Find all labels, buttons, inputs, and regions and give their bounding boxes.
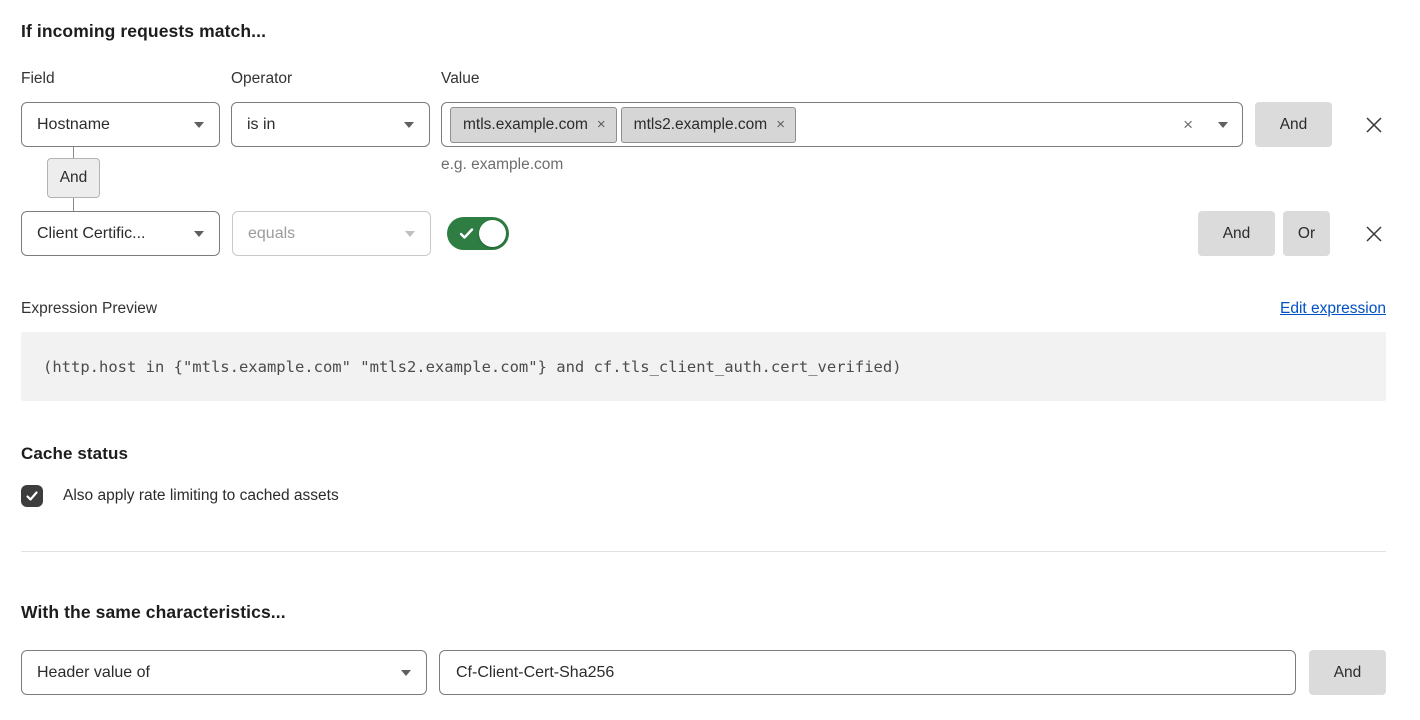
operator-select-row1-value: is in — [247, 116, 275, 134]
cache-checkbox-row: Also apply rate limiting to cached asset… — [21, 485, 1386, 507]
rule-builder-page: If incoming requests match... Field Oper… — [0, 0, 1420, 695]
remove-condition-row1[interactable] — [1362, 102, 1386, 147]
characteristic-select-value: Header value of — [37, 664, 150, 682]
value-tag-text: mtls.example.com — [463, 116, 588, 134]
value-multiselect-input[interactable]: mtls.example.com × mtls2.example.com × × — [441, 102, 1243, 147]
chevron-down-icon — [405, 231, 415, 237]
check-icon — [459, 226, 474, 241]
field-select-row1-value: Hostname — [37, 116, 110, 134]
value-column-label: Value — [441, 70, 480, 88]
operator-select-row2-disabled: equals — [232, 211, 431, 256]
connector-line-top — [73, 147, 74, 158]
connector-line-bottom — [73, 198, 74, 211]
operator-select-row2-value: equals — [248, 225, 295, 243]
characteristics-title: With the same characteristics... — [21, 602, 1386, 623]
connector-and-toggle[interactable]: And — [47, 158, 100, 198]
chevron-down-icon — [194, 122, 204, 128]
cached-assets-checkbox-checked[interactable] — [21, 485, 43, 507]
add-or-condition-button-row2[interactable]: Or — [1283, 211, 1330, 256]
clear-values-icon[interactable]: × — [1183, 116, 1193, 133]
value-helper-text: e.g. example.com — [441, 157, 1243, 173]
match-section-title: If incoming requests match... — [21, 21, 1386, 42]
column-labels: Field Operator Value — [21, 70, 1386, 88]
characteristics-row: Header value of And — [21, 650, 1386, 695]
expression-code-block: (http.host in {"mtls.example.com" "mtls2… — [21, 332, 1386, 401]
add-characteristic-button[interactable]: And — [1309, 650, 1386, 695]
tag-remove-icon[interactable]: × — [597, 117, 606, 132]
condition-connector: And — [47, 147, 100, 211]
add-and-condition-button-row2[interactable]: And — [1198, 211, 1275, 256]
expression-preview-label: Expression Preview — [21, 300, 157, 318]
tag-remove-icon[interactable]: × — [776, 117, 785, 132]
expression-code: (http.host in {"mtls.example.com" "mtls2… — [43, 358, 902, 376]
expression-preview-header: Expression Preview Edit expression — [21, 300, 1386, 318]
chevron-down-icon — [194, 231, 204, 237]
characteristic-select[interactable]: Header value of — [21, 650, 427, 695]
field-select-row2[interactable]: Client Certific... — [21, 211, 220, 256]
field-column-label: Field — [21, 70, 220, 88]
header-name-input[interactable] — [439, 650, 1296, 695]
match-row-2: Client Certific... equals And Or — [21, 211, 1386, 256]
value-tag-text: mtls2.example.com — [634, 116, 768, 134]
field-select-row2-value: Client Certific... — [37, 225, 145, 243]
add-and-condition-button-row1[interactable]: And — [1255, 102, 1332, 147]
chevron-down-icon — [401, 670, 411, 676]
close-icon — [1362, 222, 1386, 246]
field-select-row1[interactable]: Hostname — [21, 102, 220, 147]
operator-column-label: Operator — [231, 70, 430, 88]
edit-expression-link[interactable]: Edit expression — [1280, 300, 1386, 318]
operator-select-row1[interactable]: is in — [231, 102, 430, 147]
cache-status-title: Cache status — [21, 443, 1386, 464]
cached-assets-checkbox-label: Also apply rate limiting to cached asset… — [63, 487, 339, 505]
value-tag: mtls2.example.com × — [621, 107, 796, 143]
match-row-1: Hostname is in mtls.example.com × mtls2.… — [21, 102, 1386, 173]
value-column: mtls.example.com × mtls2.example.com × ×… — [441, 102, 1243, 173]
check-icon — [25, 489, 39, 503]
close-icon — [1362, 113, 1386, 137]
chevron-down-icon — [404, 122, 414, 128]
chevron-down-icon[interactable] — [1218, 122, 1228, 128]
remove-condition-row2[interactable] — [1362, 211, 1386, 256]
cert-verified-toggle-on[interactable] — [447, 217, 509, 250]
toggle-knob — [479, 220, 506, 247]
value-tag: mtls.example.com × — [450, 107, 617, 143]
section-divider — [21, 551, 1386, 552]
